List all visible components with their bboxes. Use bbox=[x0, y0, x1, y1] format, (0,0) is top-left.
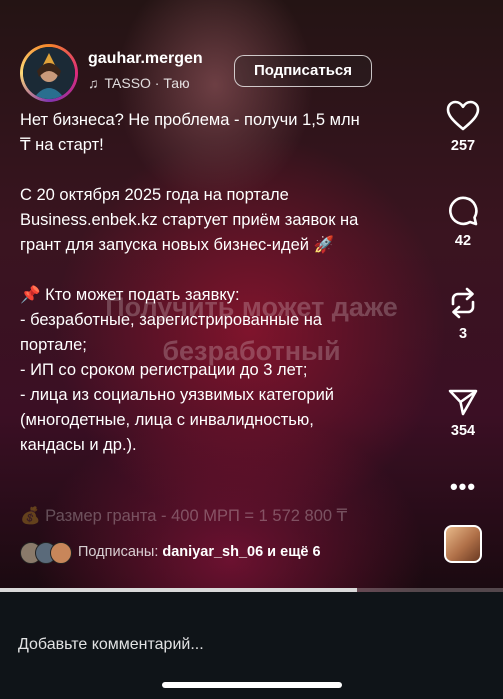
share-button[interactable]: 354 bbox=[432, 387, 494, 439]
follow-button[interactable]: Подписаться bbox=[234, 55, 372, 87]
share-count: 354 bbox=[450, 423, 476, 439]
like-count: 257 bbox=[450, 138, 476, 154]
audio-thumbnail[interactable] bbox=[444, 525, 482, 563]
post-caption[interactable]: Нет бизнеса? Не проблема - получи 1,5 мл… bbox=[20, 108, 415, 458]
author-avatar[interactable] bbox=[20, 44, 78, 102]
more-options-icon[interactable]: ••• bbox=[432, 474, 494, 500]
followed-by-text: Подписаны: daniyar_sh_06 и ещё 6 bbox=[78, 544, 321, 560]
followed-by-more: и ещё 6 bbox=[263, 544, 321, 560]
repost-icon bbox=[451, 287, 475, 319]
heart-icon bbox=[446, 100, 480, 131]
music-note-icon: ♫ bbox=[88, 75, 99, 91]
send-icon bbox=[448, 389, 478, 416]
comment-input[interactable]: Добавьте комментарий... bbox=[18, 636, 204, 654]
followed-by-prefix: Подписаны: bbox=[78, 544, 163, 560]
home-indicator bbox=[162, 682, 342, 688]
followed-by-user[interactable]: daniyar_sh_06 bbox=[162, 544, 263, 560]
author-username[interactable]: gauhar.mergen bbox=[88, 50, 203, 68]
music-track-label: TASSO · Таю bbox=[104, 75, 190, 91]
follower-avatars bbox=[20, 542, 74, 564]
music-track[interactable]: ♫ TASSO · Таю bbox=[88, 75, 190, 91]
post-caption-more[interactable]: 💰 Размер гранта - 400 МРП = 1 572 800 ₸ bbox=[20, 504, 415, 529]
repost-button[interactable]: 3 bbox=[432, 286, 494, 342]
like-button[interactable]: 257 bbox=[432, 100, 494, 154]
comment-icon bbox=[449, 196, 478, 226]
comment-button[interactable]: 42 bbox=[432, 195, 494, 249]
video-progress-fill bbox=[0, 588, 358, 592]
follower-avatar bbox=[50, 542, 72, 564]
comment-count: 42 bbox=[454, 233, 472, 249]
video-progress-bar[interactable] bbox=[0, 588, 503, 592]
repost-count: 3 bbox=[458, 326, 468, 342]
